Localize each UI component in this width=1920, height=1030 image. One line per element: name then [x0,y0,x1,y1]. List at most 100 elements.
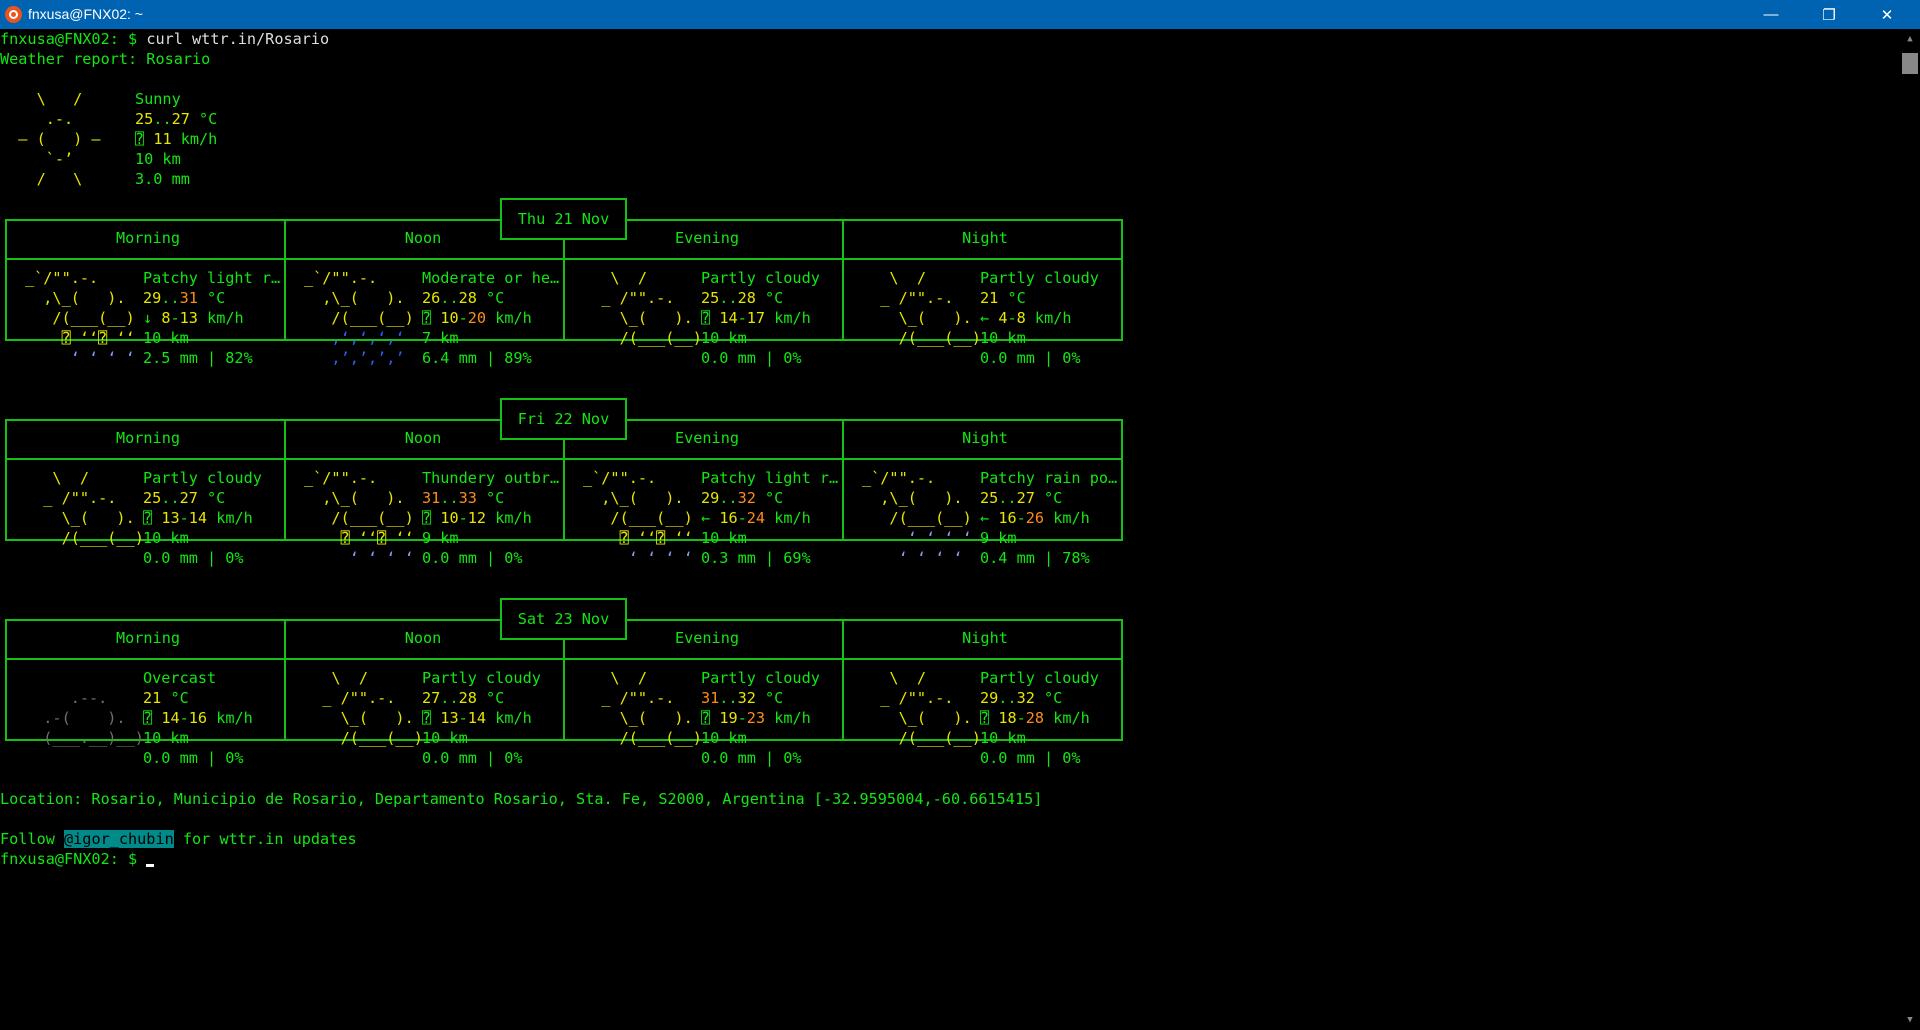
weather-description: Partly cloudy [422,669,541,687]
twitter-handle-link[interactable]: @igor_chubin [64,830,174,848]
weather-art-line: /(___(__) [304,729,423,747]
current-description: Sunny [135,90,181,108]
temp-low: 25 [135,110,154,128]
temperature-range: 29..32 °C [980,689,1063,707]
current-art-line: ― ( ) ― [0,130,101,148]
weather-art-line: .--. [25,689,108,707]
minimize-button[interactable]: — [1742,0,1800,29]
precipitation-chance: 0.0 mm | 0% [701,749,802,767]
precipitation-chance: 0.0 mm | 0% [422,749,523,767]
wind-high: 24 [746,509,766,527]
weather-description: Patchy light r… [701,469,839,487]
text-cursor [146,864,155,867]
weather-art-line: \ / [583,269,648,287]
visibility: 7 km [422,329,459,347]
weather-art-line: .-( ). [25,709,126,727]
wind-icon: ⍰ [135,130,145,148]
weather-art-line: ‘ ‘ ‘ ‘ [304,549,414,567]
wind-high: 26 [1025,509,1045,527]
location-line: Location: Rosario, Municipio de Rosario,… [0,790,1043,808]
column-divider [284,619,286,741]
wind-low: 18 [998,709,1017,727]
visibility: 10 km [422,729,468,747]
temp-high: 27 [171,110,190,128]
column-divider [842,619,844,741]
visibility: 10 km [143,329,189,347]
close-button[interactable]: ✕ [1858,0,1916,29]
wind-direction-icon: ← [980,309,990,327]
wind-high: 14 [467,709,487,727]
wind-info: ⍰ 18-28 km/h [980,709,1090,727]
temp-high: 28 [458,289,477,307]
weather-art-line: \ / [862,669,927,687]
weather-art-line: /(___(__) [25,309,135,327]
weather-description: Partly cloudy [143,469,262,487]
temp-low: 29 [143,289,162,307]
precipitation-chance: 6.4 mm | 89% [422,349,532,367]
wind-high: 14 [188,509,208,527]
precipitation-chance: 0.0 mm | 0% [143,549,244,567]
current-precipitation: 3.0 mm [135,170,190,188]
current-temperature: 25..27 °C [135,110,218,128]
temp-low: 29 [980,689,999,707]
wind-direction-icon: ⍰ [143,509,153,527]
scroll-up-icon[interactable]: ▲ [1900,29,1920,49]
weather-art-line: \ / [583,669,648,687]
period-label-night: Night [962,229,1008,247]
scrollbar-thumb[interactable] [1902,53,1918,74]
current-art-line: \ / [0,90,83,108]
current-art-line: .-. [0,110,74,128]
temp-low: 26 [422,289,441,307]
period-label-night: Night [962,429,1008,447]
wind-high: 20 [467,309,487,327]
date-label: Fri 22 Nov [517,410,610,428]
wind-high: 8 [1016,309,1026,327]
weather-art-line: \_( ). [862,709,972,727]
weather-art-line: ‚’‚’‚’‚’ [304,349,405,367]
visibility: 10 km [143,729,189,747]
weather-art-line: \ / [25,469,90,487]
visibility: 10 km [701,329,747,347]
command: curl wttr.in/Rosario [146,30,330,48]
temp-high: 27 [1016,489,1035,507]
weather-art-line: _`/"".-. [25,269,99,287]
prompt-line[interactable]: fnxusa@FNX02: $ [0,849,155,869]
weather-description: Moderate or he… [422,269,560,287]
weather-art-line: _ /"".-. [304,689,396,707]
weather-art-line: _`/"".-. [304,469,378,487]
weather-art-line: /(___(__) [583,509,693,527]
temp-high: 33 [458,489,477,507]
weather-art-line: /(___(__) [583,729,702,747]
scroll-down-icon[interactable]: ▼ [1900,1010,1920,1030]
maximize-button[interactable]: ❐ [1800,0,1858,29]
temp-high: 31 [179,289,198,307]
temp-low: 31 [422,489,441,507]
temperature-range: 29..31 °C [143,289,226,307]
wind-direction-icon: ⍰ [701,309,711,327]
temp-unit: °C [189,110,218,128]
current-visibility: 10 km [135,150,181,168]
weather-art-line: ,\_( ). [583,489,684,507]
wind-high: 17 [746,309,766,327]
weather-art-line: ‘ ‘ ‘ ‘ [862,529,972,547]
wind-direction-icon: ⍰ [422,509,432,527]
visibility: 10 km [701,529,747,547]
column-divider [284,419,286,541]
wind-info: ⍰ 14-17 km/h [701,309,811,327]
weather-art-line: ⍰ ‘‘⍰ ‘‘ [25,329,135,347]
wind-direction-icon: ⍰ [143,709,153,727]
temp-high: 32 [1016,689,1035,707]
period-label-evening: Evening [674,629,739,647]
terminal-output[interactable]: fnxusa@FNX02: $ curl wttr.in/Rosario Wea… [0,29,1900,1030]
temp-low: 21 [980,289,999,307]
temp-high: 28 [737,289,756,307]
weather-art-line: \_( ). [25,509,135,527]
precipitation-chance: 0.0 mm | 0% [701,349,802,367]
temperature-range: 31..32 °C [701,689,784,707]
wind-info: ↓ 8-13 km/h [143,309,244,327]
scrollbar[interactable]: ▲ ▼ [1900,29,1920,1030]
visibility: 10 km [980,329,1026,347]
wind-low: 16 [998,509,1017,527]
weather-art-line: ,\_( ). [304,289,405,307]
temp-low: 27 [422,689,441,707]
